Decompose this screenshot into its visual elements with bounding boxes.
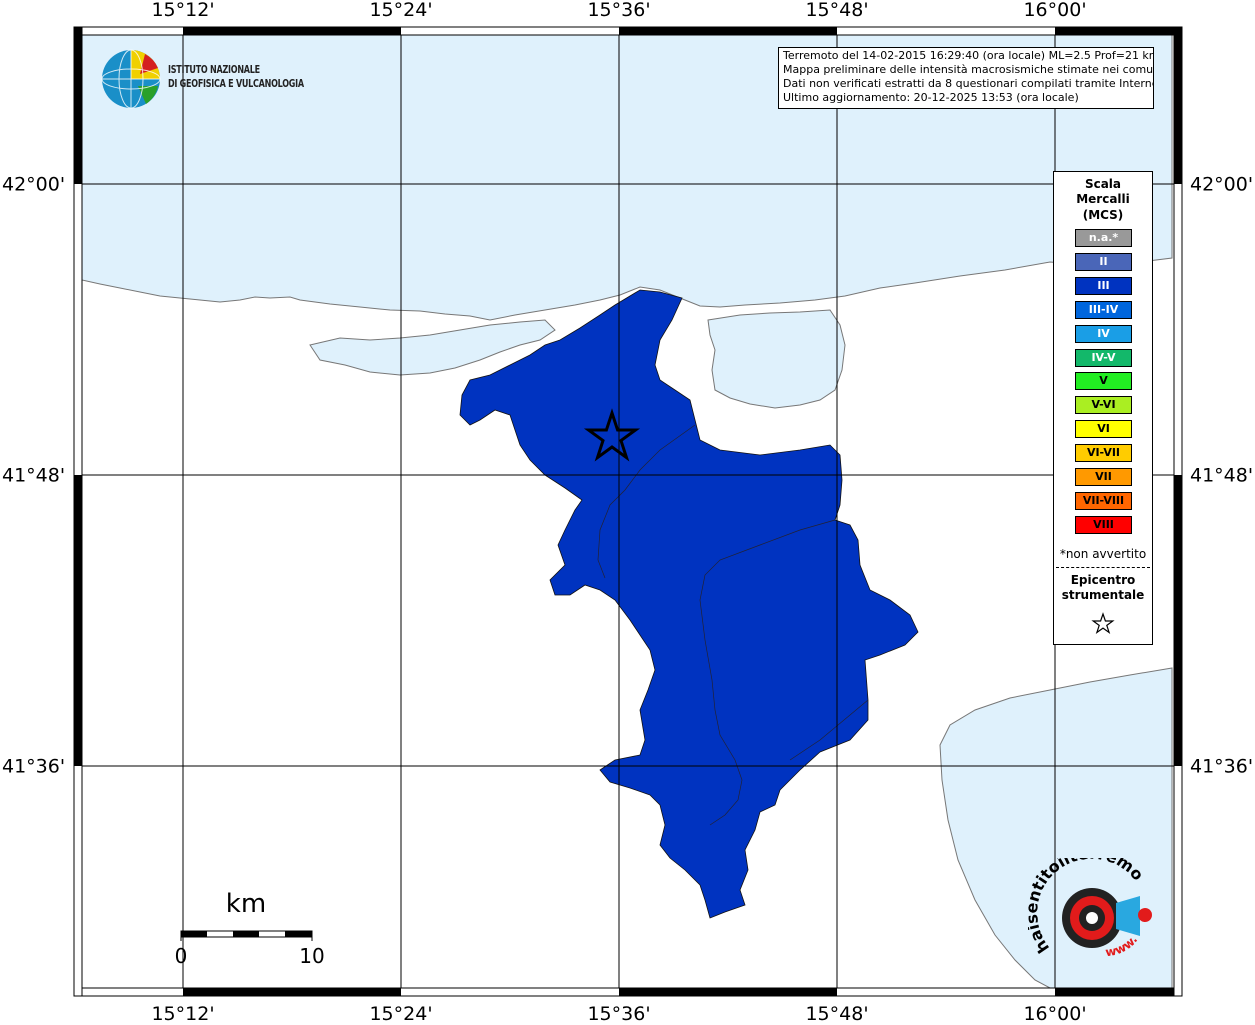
lon-label-bottom: 15°36' (587, 1003, 651, 1025)
event-info-line: Ultimo aggiornamento: 20-12-2025 13:53 (… (783, 91, 1079, 104)
legend-item: VII-VIII (1075, 491, 1132, 510)
legend-item: IV (1075, 324, 1132, 343)
legend-separator (1056, 567, 1150, 568)
legend-item: II (1075, 252, 1132, 271)
lat-label-right: 41°48' (1190, 464, 1254, 487)
institute-line2: DI GEOFISICA E VULCANOLOGIA (168, 78, 304, 90)
lon-label-bottom: 15°48' (805, 1003, 869, 1025)
lat-label-right: 41°36' (1190, 755, 1254, 778)
haisentito-logo: haisentitoilterremoto.it www. (1028, 858, 1152, 959)
legend-title-line1: Scala (1084, 177, 1122, 191)
event-info-box: Terremoto del 14-02-2015 16:29:40 (ora l… (778, 47, 1154, 109)
legend-epicenter-line1: Epicentro (1070, 573, 1136, 587)
legend-epicenter-line2: strumentale (1061, 588, 1145, 602)
lagoon-varano (707, 309, 846, 409)
legend-item: n.a.* (1075, 229, 1132, 247)
mcs-legend: Scala Mercalli (MCS) n.a.* II III III-IV IV I… (1053, 171, 1153, 645)
legend-item: III-IV (1075, 300, 1132, 319)
lon-label-top: 15°36' (587, 0, 651, 21)
lon-label-bottom: 15°24' (369, 1003, 433, 1025)
legend-item: IV-V (1075, 348, 1132, 367)
event-info-line: Terremoto del 14-02-2015 16:29:40 (ora l… (783, 49, 1154, 62)
lat-label-left: 42°00' (2, 173, 66, 196)
legend-title-line2: Mercalli (1076, 192, 1130, 206)
legend-item: V (1075, 372, 1132, 391)
legend-item: VI (1075, 420, 1132, 439)
legend-item: VII (1075, 468, 1132, 486)
lat-label-right: 42°00' (1190, 173, 1254, 196)
scalebar-start: 0 (174, 944, 188, 968)
lat-label-left: 41°36' (2, 755, 66, 778)
lon-label-bottom: 15°12' (151, 1003, 215, 1025)
lat-label-left: 41°48' (2, 464, 66, 487)
event-info-line: Mappa preliminare delle intensità macros… (783, 63, 1154, 76)
lon-label-top: 16°00' (1023, 0, 1087, 21)
legend-note: *non avvertito (1059, 547, 1147, 561)
scalebar-end: 10 (299, 944, 325, 968)
legend-item: VIII (1075, 515, 1132, 534)
legend-item: V-VI (1075, 396, 1132, 415)
institute-name: ISTITUTO NAZIONALE DI GEOFISICA E VULCAN… (168, 63, 304, 91)
institute-line1: ISTITUTO NAZIONALE (168, 64, 260, 76)
legend-title-line3: (MCS) (1082, 208, 1124, 222)
lon-label-top: 15°12' (151, 0, 215, 21)
lon-label-bottom: 16°00' (1023, 1003, 1087, 1025)
legend-item: VI-VII (1075, 444, 1132, 463)
lon-label-top: 15°48' (805, 0, 869, 21)
event-info-line: Dati non verificati estratti da 8 questi… (783, 77, 1154, 90)
lon-label-top: 15°24' (369, 0, 433, 21)
scalebar-unit: km (225, 889, 267, 919)
legend-item: III (1075, 276, 1132, 295)
legend-star-icon (1091, 612, 1115, 635)
